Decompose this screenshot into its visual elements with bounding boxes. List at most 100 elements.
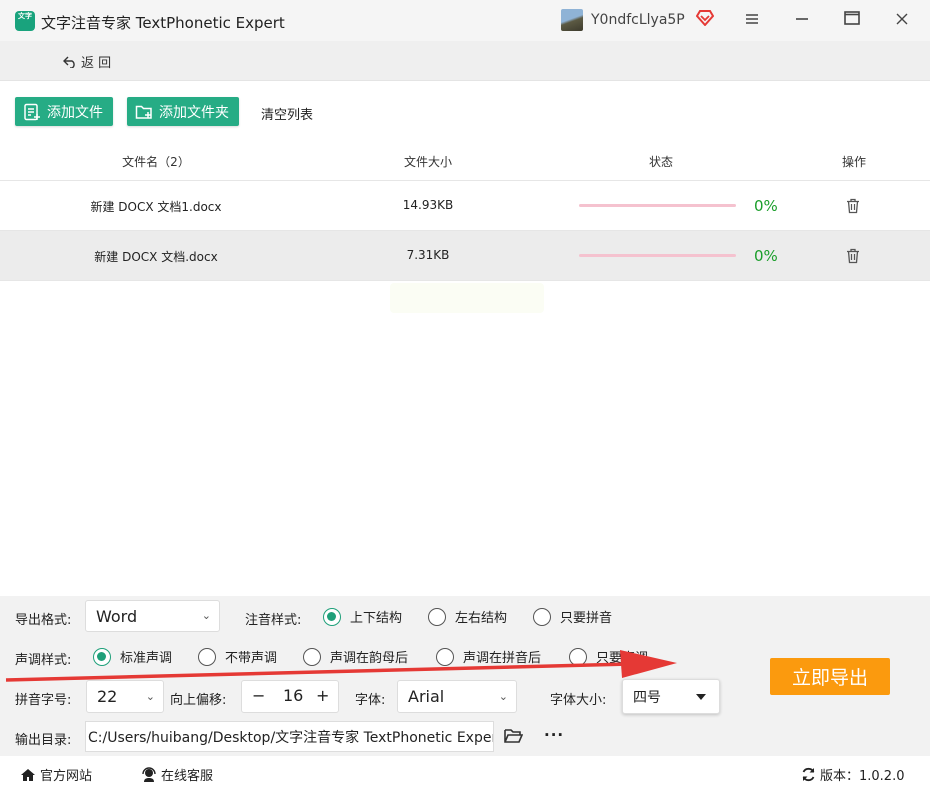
pinyin-size-select[interactable]: 22 ⌄ — [86, 680, 164, 713]
font-size-select[interactable]: 四号 — [622, 679, 720, 714]
radio-label: 不带声调 — [225, 651, 278, 666]
app-title: 文字注音专家 TextPhonetic Expert — [41, 14, 285, 32]
progress-percent: 0% — [754, 247, 778, 265]
column-header-filename: 文件名（2） — [122, 155, 190, 169]
column-header-status: 状态 — [648, 155, 674, 169]
online-support-link[interactable]: 在线客服 — [141, 765, 213, 784]
pinyin-size-value: 22 — [97, 687, 118, 706]
radio-tone-none[interactable]: 不带声调 — [198, 647, 277, 666]
decrement-button[interactable]: − — [252, 686, 265, 705]
radio-label: 声调在拼音后 — [463, 651, 542, 666]
increment-button[interactable]: + — [316, 686, 329, 705]
radio-label: 只要拼音 — [560, 611, 613, 626]
back-label: 返 回 — [81, 56, 112, 71]
offset-value[interactable]: 16 — [283, 686, 303, 705]
radio-tone-after-pinyin[interactable]: 声调在拼音后 — [436, 647, 541, 666]
radio-icon — [533, 607, 551, 626]
chevron-down-icon: ⌄ — [201, 608, 211, 622]
radio-icon — [198, 647, 216, 666]
close-icon[interactable] — [892, 10, 912, 30]
column-header-actions: 操作 — [841, 155, 867, 169]
radio-icon — [303, 647, 321, 666]
radio-label: 只要声调 — [596, 651, 649, 666]
chevron-down-icon: ⌄ — [498, 689, 508, 703]
faint-watermark — [390, 283, 544, 313]
radio-selected-icon — [323, 607, 341, 626]
radio-annotation-pinyin-only[interactable]: 只要拼音 — [533, 607, 612, 626]
table-row[interactable]: 新建 DOCX 文档.docx 7.31KB 0% — [0, 231, 930, 281]
online-support-label: 在线客服 — [161, 769, 214, 784]
official-website-label: 官方网站 — [40, 769, 93, 784]
delete-icon[interactable] — [846, 248, 860, 264]
export-now-button[interactable]: 立即导出 — [770, 658, 890, 695]
folder-open-icon[interactable] — [504, 728, 523, 744]
avatar[interactable] — [561, 9, 583, 31]
chevron-down-icon: ⌄ — [145, 689, 155, 703]
file-size: 7.31KB — [406, 248, 450, 262]
caret-down-icon — [696, 694, 706, 700]
font-value: Arial — [408, 687, 445, 706]
file-name: 新建 DOCX 文档1.docx — [90, 200, 222, 214]
add-file-button[interactable]: 添加文件 — [15, 97, 113, 126]
status-bar: 官方网站 在线客服 版本：1.0.2.0 — [0, 756, 930, 790]
more-options-icon[interactable]: ··· — [544, 726, 564, 744]
output-dir-input[interactable]: C:/Users/huibang/Desktop/文字注音专家 TextPhon… — [85, 721, 494, 752]
progress-bar — [579, 204, 736, 207]
refresh-icon — [802, 767, 815, 782]
home-icon — [21, 768, 35, 781]
progress-bar — [579, 254, 736, 257]
radio-selected-icon — [93, 647, 111, 666]
font-size-label: 字体大小: — [550, 693, 607, 708]
add-file-icon — [24, 103, 40, 120]
file-name: 新建 DOCX 文档.docx — [94, 250, 218, 264]
export-format-label: 导出格式: — [15, 613, 72, 628]
export-format-select[interactable]: Word ⌄ — [85, 600, 220, 632]
progress-percent: 0% — [754, 197, 778, 215]
minimize-icon[interactable] — [792, 10, 812, 30]
radio-icon — [436, 647, 454, 666]
add-folder-label: 添加文件夹 — [159, 104, 229, 121]
offset-label: 向上偏移: — [170, 693, 227, 708]
official-website-link[interactable]: 官方网站 — [20, 765, 92, 784]
font-select[interactable]: Arial ⌄ — [397, 680, 517, 713]
toolbar: 添加文件 添加文件夹 清空列表 — [0, 81, 930, 141]
radio-tone-only[interactable]: 只要声调 — [569, 647, 648, 666]
table-row[interactable]: 新建 DOCX 文档1.docx 14.93KB 0% — [0, 181, 930, 231]
font-label: 字体: — [355, 693, 386, 708]
radio-label: 左右结构 — [455, 611, 508, 626]
app-logo-icon: 文字 — [15, 11, 35, 31]
version-label: 版本：1.0.2.0 — [820, 769, 905, 784]
radio-tone-after-final[interactable]: 声调在韵母后 — [303, 647, 408, 666]
username[interactable]: Y0ndfcLlya5P — [591, 12, 685, 28]
annotation-style-label: 注音样式: — [245, 613, 302, 628]
tone-style-label: 声调样式: — [15, 653, 72, 668]
title-bar: 文字 文字注音专家 TextPhonetic Expert Y0ndfcLlya… — [0, 0, 930, 41]
version-info[interactable]: 版本：1.0.2.0 — [801, 765, 904, 784]
radio-label: 声调在韵母后 — [330, 651, 409, 666]
radio-icon — [569, 647, 587, 666]
navigation-bar: 返 回 — [0, 41, 930, 81]
radio-label: 标准声调 — [120, 651, 173, 666]
delete-icon[interactable] — [846, 198, 860, 214]
app-logo-text: 文字 — [18, 12, 32, 20]
radio-annotation-top-bottom[interactable]: 上下结构 — [323, 607, 402, 626]
offset-stepper[interactable]: − 16 + — [241, 680, 339, 713]
font-size-value: 四号 — [633, 689, 661, 706]
add-folder-icon — [135, 105, 152, 119]
export-format-value: Word — [96, 606, 138, 626]
radio-icon — [428, 607, 446, 626]
clear-list-button[interactable]: 清空列表 — [261, 104, 313, 123]
menu-icon[interactable] — [742, 10, 762, 30]
radio-tone-standard[interactable]: 标准声调 — [93, 647, 172, 666]
add-folder-button[interactable]: 添加文件夹 — [127, 97, 239, 126]
output-dir-label: 输出目录: — [15, 733, 72, 748]
vip-diamond-icon[interactable] — [696, 10, 714, 26]
file-table-header: 文件名（2） 文件大小 状态 操作 — [0, 141, 930, 181]
back-arrow-icon — [63, 56, 75, 68]
pinyin-size-label: 拼音字号: — [15, 693, 72, 708]
add-file-label: 添加文件 — [47, 104, 103, 121]
column-header-filesize: 文件大小 — [403, 155, 453, 169]
back-button[interactable]: 返 回 — [63, 52, 111, 71]
maximize-icon[interactable] — [842, 10, 862, 30]
radio-annotation-left-right[interactable]: 左右结构 — [428, 607, 507, 626]
